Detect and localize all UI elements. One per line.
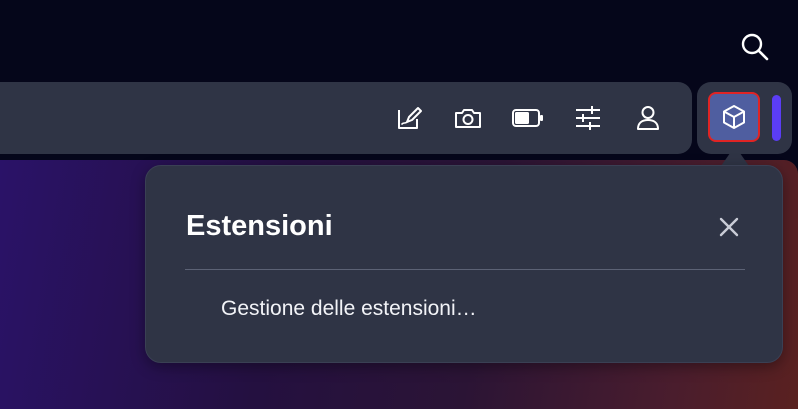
top-bar (0, 0, 798, 80)
profile-button[interactable] (630, 100, 666, 136)
close-button[interactable] (714, 212, 744, 242)
manage-extensions-item[interactable]: Gestione delle estensioni… (221, 297, 477, 321)
sliders-icon (576, 106, 600, 130)
close-icon (719, 217, 739, 237)
battery-saver-button[interactable] (510, 100, 546, 136)
extensions-popup: Estensioni Gestione delle estensioni… (145, 165, 783, 363)
extensions-button[interactable] (708, 92, 760, 142)
battery-icon (512, 109, 543, 127)
search-button[interactable] (737, 29, 773, 65)
pen-sign-icon (398, 107, 422, 129)
popup-divider (185, 269, 745, 270)
profile-icon (637, 106, 659, 130)
easy-setup-button[interactable] (570, 100, 606, 136)
camera-icon (455, 109, 481, 128)
sidebar-toggle[interactable] (772, 95, 781, 141)
cube-icon (723, 105, 745, 129)
sign-pen-button[interactable] (391, 100, 427, 136)
search-icon (741, 33, 769, 61)
popup-title: Estensioni (186, 210, 333, 242)
screenshot-button[interactable] (450, 100, 486, 136)
popup-arrow (721, 146, 749, 166)
